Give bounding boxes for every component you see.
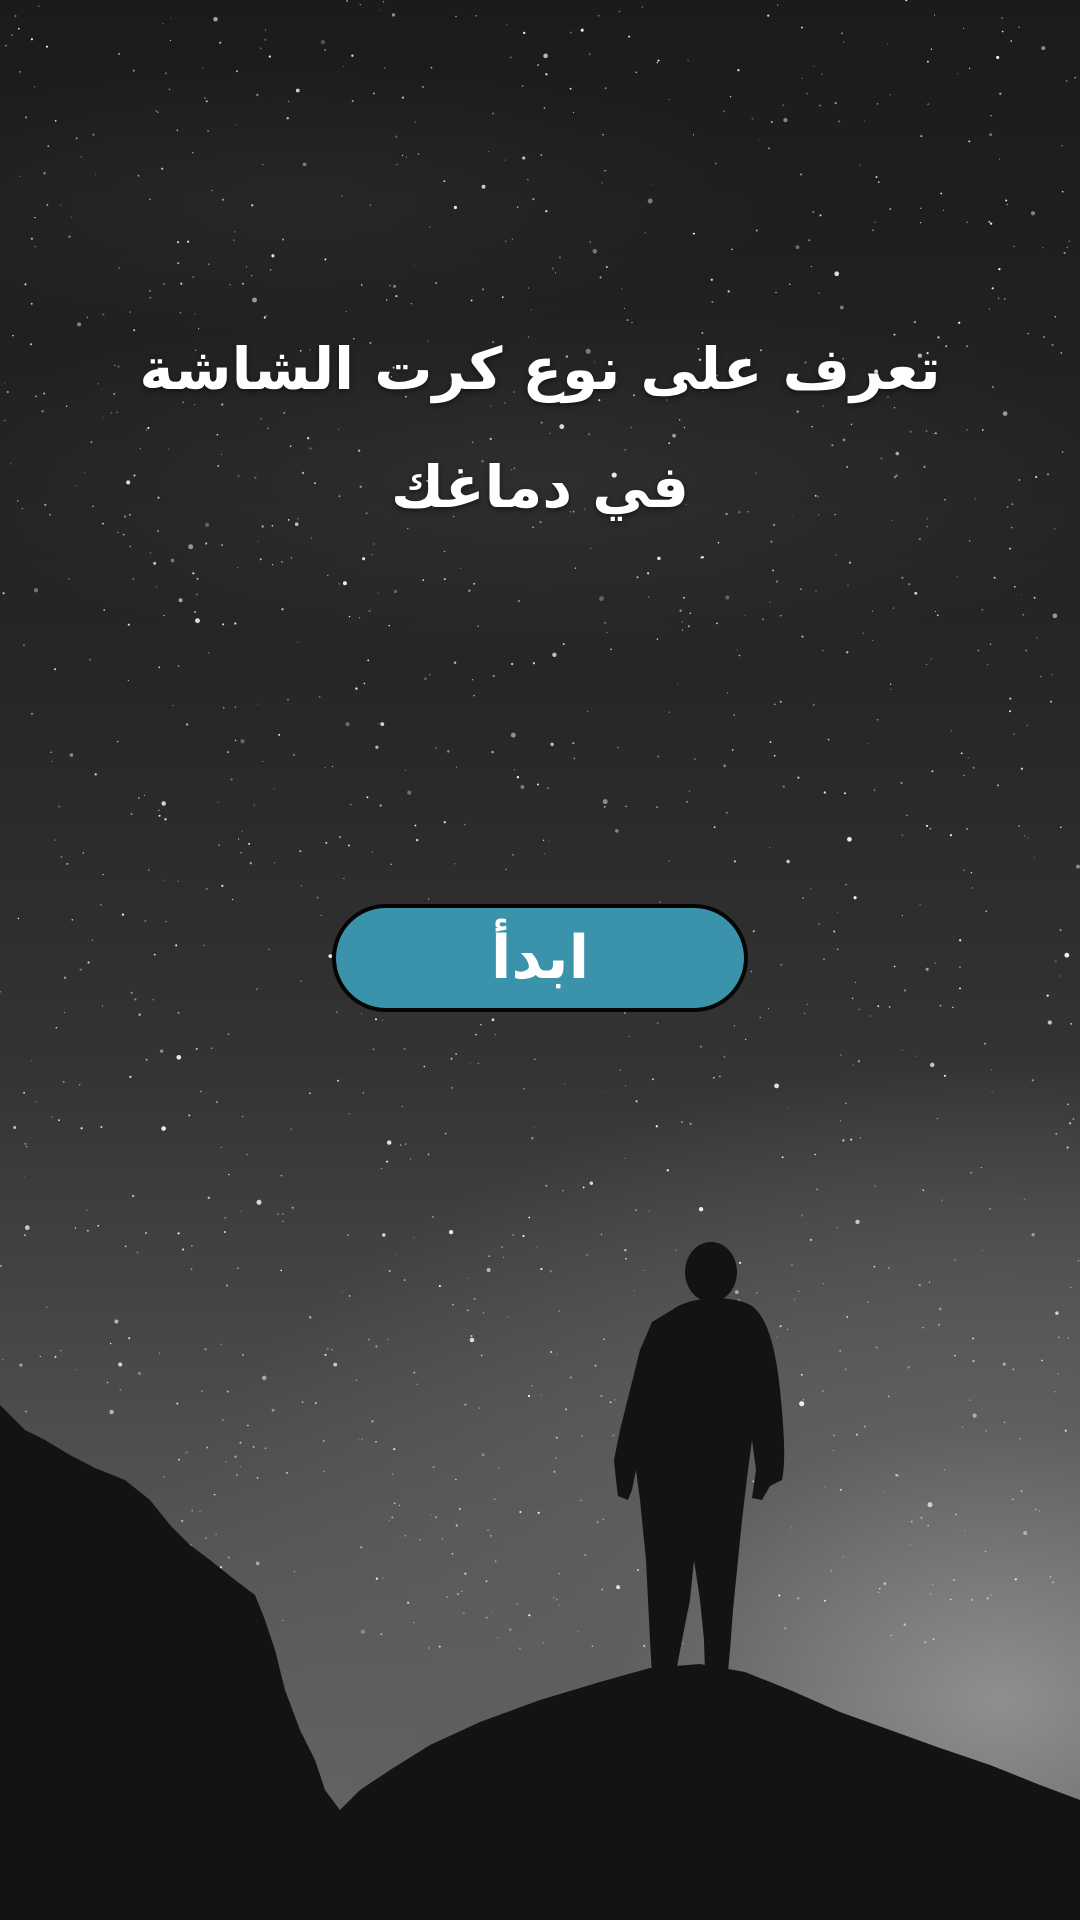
page-title: تعرف على نوع كرت الشاشة في دماغك [139, 335, 941, 521]
hiker-figure [614, 1242, 785, 1674]
start-screen: تعرف على نوع كرت الشاشة في دماغك ابدأ [0, 0, 1080, 1920]
start-button[interactable]: ابدأ [332, 904, 748, 1012]
